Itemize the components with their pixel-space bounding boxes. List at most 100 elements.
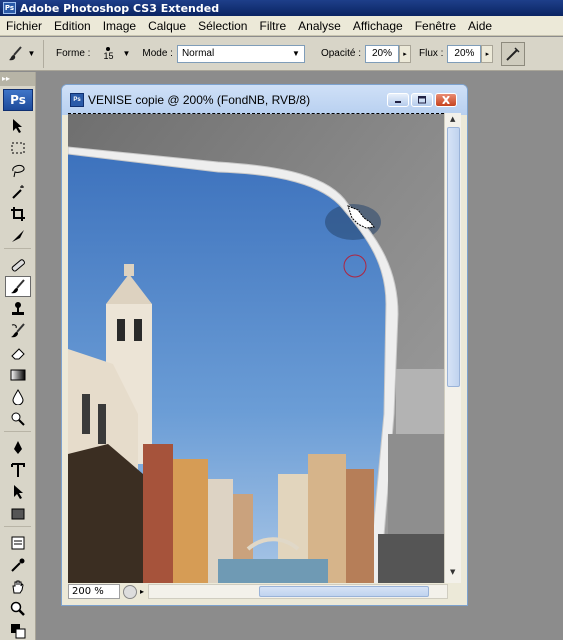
eyedropper-icon [11, 558, 25, 572]
healing-brush-tool[interactable] [5, 254, 31, 275]
menu-edition[interactable]: Edition [48, 19, 97, 33]
brush-size: 15 [103, 50, 114, 61]
opacite-input[interactable]: 20% [364, 44, 399, 63]
mode-label: Mode : [142, 48, 173, 59]
tool-separator [4, 526, 31, 530]
marquee-icon [11, 142, 25, 153]
photoshop-logo-icon: Ps [3, 2, 16, 14]
stamp-icon [12, 301, 24, 315]
menu-calque[interactable]: Calque [142, 19, 192, 33]
toolbox-grip[interactable]: ▸▸ [0, 72, 35, 86]
menu-image[interactable]: Image [97, 19, 142, 33]
shape-tool[interactable] [5, 503, 31, 524]
type-tool[interactable] [5, 459, 31, 480]
brush-dropdown-icon[interactable]: ▼ [122, 49, 130, 58]
flux-slider-button[interactable]: ▸ [481, 44, 494, 63]
vertical-scroll-thumb[interactable] [447, 127, 460, 387]
vertical-scrollbar[interactable]: ▲ ▼ [444, 113, 461, 583]
hand-tool[interactable] [5, 576, 31, 597]
notes-tool[interactable] [5, 532, 31, 553]
tool-preset-picker[interactable]: ▼ [0, 39, 44, 68]
dodge-tool[interactable] [5, 408, 31, 429]
brush-icon [11, 278, 25, 293]
horizontal-scroll-thumb[interactable] [259, 586, 430, 597]
chevron-down-icon: ▼ [292, 49, 300, 58]
menu-fichier[interactable]: Fichier [0, 19, 48, 33]
hand-icon [12, 580, 24, 593]
slice-icon [12, 229, 24, 242]
status-menu-arrow-icon[interactable]: ▸ [140, 587, 144, 596]
opacite-label: Opacité : [320, 48, 361, 59]
history-brush-tool[interactable] [5, 320, 31, 341]
marquee-tool[interactable] [5, 137, 31, 158]
document-title: VENISE copie @ 200% (FondNB, RVB/8) [88, 93, 311, 107]
ps-logo[interactable]: Ps [3, 89, 33, 111]
document-window: Ps VENISE copie @ 200% (FondNB, RVB/8) ▲… [61, 84, 468, 606]
horizontal-scrollbar[interactable] [148, 584, 449, 599]
menu-fenetre[interactable]: Fenêtre [409, 19, 462, 33]
color-swatches[interactable] [5, 620, 31, 640]
eyedropper-tool[interactable] [5, 554, 31, 575]
crop-tool[interactable] [5, 203, 31, 224]
minimize-button[interactable] [387, 93, 409, 107]
color-swatch-icon [11, 623, 26, 638]
mode-select[interactable]: Normal ▼ [176, 44, 305, 63]
eraser-tool[interactable] [5, 342, 31, 363]
blur-tool[interactable] [5, 386, 31, 407]
magic-wand-tool[interactable] [5, 181, 31, 202]
drop-icon [12, 388, 24, 405]
lasso-icon [12, 164, 25, 177]
opacite-slider-button[interactable]: ▸ [398, 44, 411, 63]
move-tool[interactable] [5, 115, 31, 136]
tool-separator [4, 431, 31, 435]
menu-selection[interactable]: Sélection [192, 19, 253, 33]
magic-wand-icon [12, 184, 24, 199]
dodge-icon [11, 412, 25, 426]
close-button[interactable] [435, 93, 457, 107]
menu-aide[interactable]: Aide [462, 19, 498, 33]
maximize-icon [418, 96, 426, 104]
pen-tool[interactable] [5, 437, 31, 458]
rectangle-icon [11, 508, 25, 519]
move-icon [13, 118, 22, 133]
brush-icon [8, 45, 22, 60]
zoom-tool[interactable] [5, 598, 31, 619]
scroll-up-icon[interactable]: ▲ [450, 115, 455, 123]
maximize-button[interactable] [411, 93, 433, 107]
gradient-tool[interactable] [5, 364, 31, 385]
document-statusbar: 200 % ▸ [68, 583, 461, 600]
note-icon [11, 536, 25, 549]
photoshop-doc-icon: Ps [70, 93, 84, 107]
pen-icon [14, 440, 22, 454]
venice-photo-page-curl [68, 114, 444, 583]
forme-label: Forme : [56, 48, 91, 59]
tool-separator [4, 248, 31, 252]
magnifier-icon [10, 601, 25, 616]
zoom-level-field[interactable]: 200 % [68, 584, 120, 599]
crop-icon [11, 206, 25, 221]
gradient-icon [10, 369, 26, 380]
document-canvas[interactable] [68, 113, 444, 583]
brush-tool[interactable] [5, 276, 31, 297]
window-controls [387, 93, 457, 107]
menu-analyse[interactable]: Analyse [292, 19, 347, 33]
flux-label: Flux : [418, 48, 444, 59]
flux-input[interactable]: 20% [447, 44, 482, 63]
menu-filtre[interactable]: Filtre [253, 19, 292, 33]
status-info-icon[interactable] [123, 584, 137, 599]
app-title: Adobe Photoshop CS3 Extended [20, 1, 220, 15]
chevron-down-icon: ▼ [27, 49, 36, 58]
eraser-icon [11, 347, 25, 359]
options-bar: ▼ Forme : 15 ▼ Mode : Normal ▼ Opacité :… [0, 37, 563, 71]
menu-affichage[interactable]: Affichage [347, 19, 409, 33]
app-titlebar: Ps Adobe Photoshop CS3 Extended [0, 0, 563, 16]
bandage-icon [11, 258, 25, 271]
brush-picker[interactable]: 15 [94, 40, 122, 68]
clone-stamp-tool[interactable] [5, 298, 31, 319]
lasso-tool[interactable] [5, 159, 31, 180]
path-selection-tool[interactable] [5, 481, 31, 502]
history-brush-icon [11, 322, 25, 337]
scroll-down-icon[interactable]: ▼ [450, 568, 455, 576]
airbrush-toggle[interactable] [501, 41, 526, 66]
slice-tool[interactable] [5, 225, 31, 246]
